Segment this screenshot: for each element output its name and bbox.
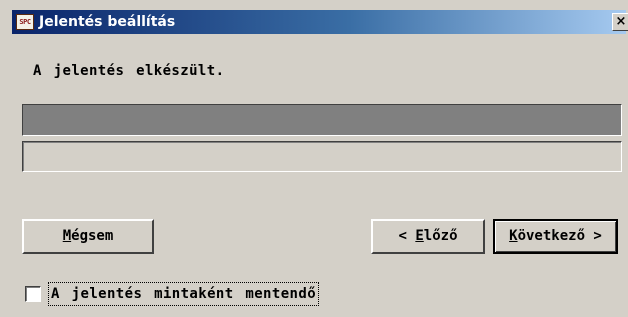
- window-title: Jelentés beállítás: [39, 14, 176, 30]
- close-button[interactable]: ×: [612, 13, 628, 31]
- next-button[interactable]: Következő >: [493, 219, 618, 254]
- save-as-template-label[interactable]: A jelentés mintaként mentendő: [48, 282, 320, 306]
- cancel-button[interactable]: Mégsem: [22, 219, 154, 254]
- next-button-label: Következő >: [509, 228, 602, 244]
- save-as-template-checkbox[interactable]: [25, 286, 41, 302]
- progress-bar: [22, 104, 622, 136]
- title-bar[interactable]: SPC Jelentés beállítás ×: [12, 10, 628, 34]
- close-icon: ×: [615, 14, 627, 29]
- previous-button[interactable]: < Előző: [371, 219, 485, 254]
- app-icon[interactable]: SPC: [16, 14, 34, 30]
- status-field: [22, 141, 622, 172]
- cancel-button-label: Mégsem: [62, 228, 114, 244]
- progress-fill: [23, 105, 621, 135]
- status-message: A jelentés elkészült.: [33, 63, 225, 79]
- previous-button-label: < Előző: [398, 228, 458, 244]
- dialog-window: SPC Jelentés beállítás × A jelentés elké…: [0, 0, 628, 317]
